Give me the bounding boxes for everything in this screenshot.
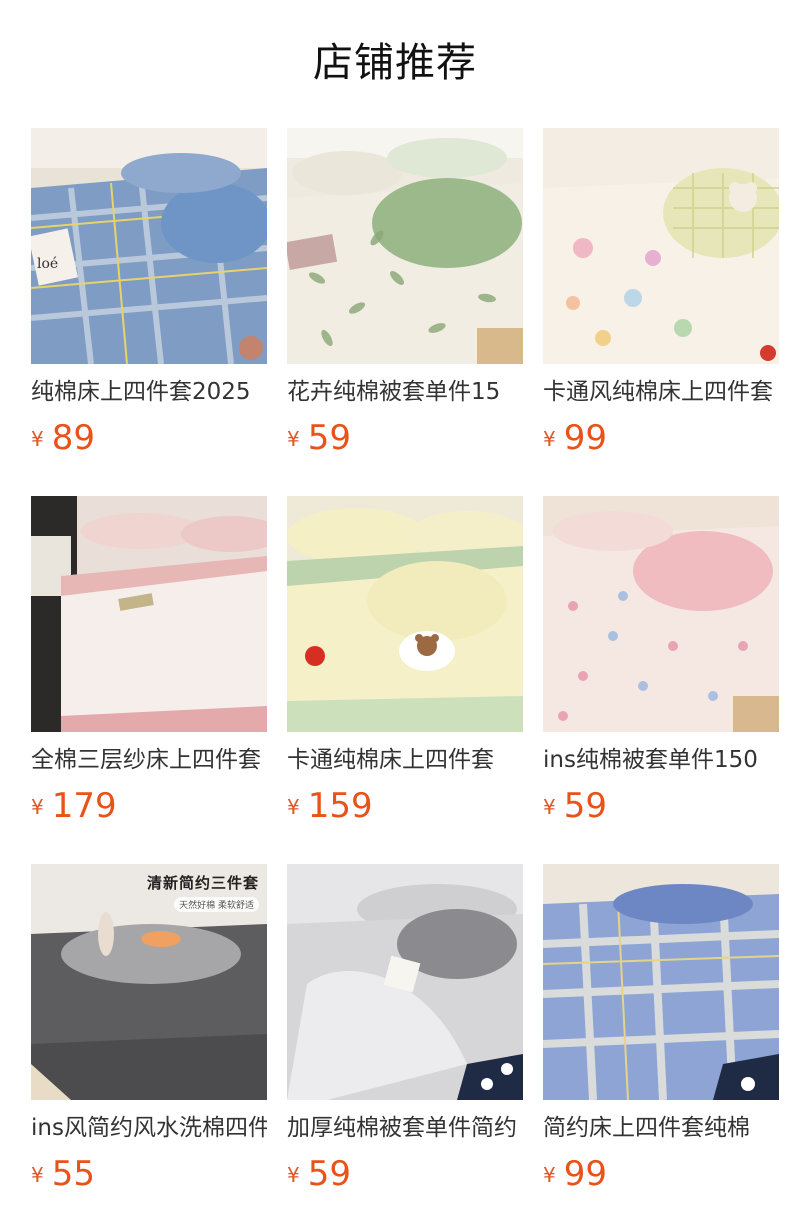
price-value: 99 (563, 418, 607, 458)
currency-symbol: ¥ (31, 427, 44, 451)
product-card[interactable]: 卡通风纯棉床上四件套 ¥99 (543, 128, 779, 496)
product-card[interactable]: 卡通纯棉床上四件套 ¥159 (287, 496, 523, 864)
product-name[interactable]: 加厚纯棉被套单件简约 (287, 1111, 523, 1145)
currency-symbol: ¥ (287, 1163, 300, 1187)
product-name[interactable]: 全棉三层纱床上四件套 (31, 743, 267, 777)
product-price: ¥89 (31, 416, 95, 460)
product-name[interactable]: 花卉纯棉被套单件15 (287, 375, 523, 409)
currency-symbol: ¥ (543, 795, 556, 819)
product-name[interactable]: ins风简约风水洗棉四件套 (31, 1111, 267, 1145)
product-image[interactable] (287, 864, 523, 1100)
product-price: ¥99 (543, 1152, 607, 1196)
currency-symbol: ¥ (31, 1163, 44, 1187)
product-price: ¥159 (287, 784, 373, 828)
currency-symbol: ¥ (543, 427, 556, 451)
promo-badge: 清新简约三件套 天然好棉 柔软舒适 (147, 872, 259, 912)
product-card[interactable]: 简约床上四件套纯棉 ¥99 (543, 864, 779, 1232)
product-price: ¥59 (287, 416, 351, 460)
product-card[interactable]: 加厚纯棉被套单件简约 ¥59 (287, 864, 523, 1232)
product-image[interactable] (543, 128, 779, 364)
price-value: 59 (307, 1154, 351, 1194)
price-value: 179 (51, 786, 117, 826)
promo-badge-title: 清新简约三件套 (146, 874, 259, 892)
product-name[interactable]: 卡通风纯棉床上四件套 (543, 375, 779, 409)
product-card[interactable]: 花卉纯棉被套单件15 ¥59 (287, 128, 523, 496)
product-price: ¥179 (31, 784, 117, 828)
currency-symbol: ¥ (287, 427, 300, 451)
price-value: 89 (51, 418, 95, 458)
price-value: 59 (307, 418, 351, 458)
product-price: ¥59 (543, 784, 607, 828)
currency-symbol: ¥ (31, 795, 44, 819)
product-price: ¥99 (543, 416, 607, 460)
product-name[interactable]: 纯棉床上四件套2025 (31, 375, 267, 409)
currency-symbol: ¥ (543, 1163, 556, 1187)
product-image[interactable]: 清新简约三件套 天然好棉 柔软舒适 (31, 864, 267, 1100)
product-card[interactable]: ins纯棉被套单件150 ¥59 (543, 496, 779, 864)
product-name[interactable]: 卡通纯棉床上四件套 (287, 743, 523, 777)
product-image[interactable] (543, 864, 779, 1100)
product-price: ¥55 (31, 1152, 95, 1196)
price-value: 159 (307, 786, 373, 826)
product-card[interactable]: 清新简约三件套 天然好棉 柔软舒适 ins风简约风水洗棉四件套 ¥55 (31, 864, 267, 1232)
product-name[interactable]: ins纯棉被套单件150 (543, 743, 779, 777)
currency-symbol: ¥ (287, 795, 300, 819)
price-value: 59 (563, 786, 607, 826)
product-image[interactable] (287, 496, 523, 732)
product-image[interactable]: loé (31, 128, 267, 364)
product-image[interactable] (31, 496, 267, 732)
product-card[interactable]: loé 纯棉床上四件套2025 ¥89 (31, 128, 267, 496)
product-grid: loé 纯棉床上四件套2025 ¥89 花卉纯棉被套单件15 ¥ 59 卡通风纯… (31, 128, 779, 1232)
price-value: 99 (563, 1154, 607, 1194)
product-name[interactable]: 简约床上四件套纯棉 (543, 1111, 779, 1145)
recommend-page: 店铺推荐 loé 纯棉床上四件套2025 ¥ 89 花卉纯棉被套单件15 ¥ 5… (0, 0, 790, 1232)
page-title: 店铺推荐 (313, 40, 477, 86)
svg-text:loé: loé (37, 256, 58, 272)
price-value: 55 (51, 1154, 95, 1194)
product-card[interactable]: 全棉三层纱床上四件套 ¥179 (31, 496, 267, 864)
promo-badge-tags: 天然好棉 柔软舒适 (174, 897, 259, 912)
product-price: ¥59 (287, 1152, 351, 1196)
product-image[interactable] (543, 496, 779, 732)
product-image[interactable] (287, 128, 523, 364)
